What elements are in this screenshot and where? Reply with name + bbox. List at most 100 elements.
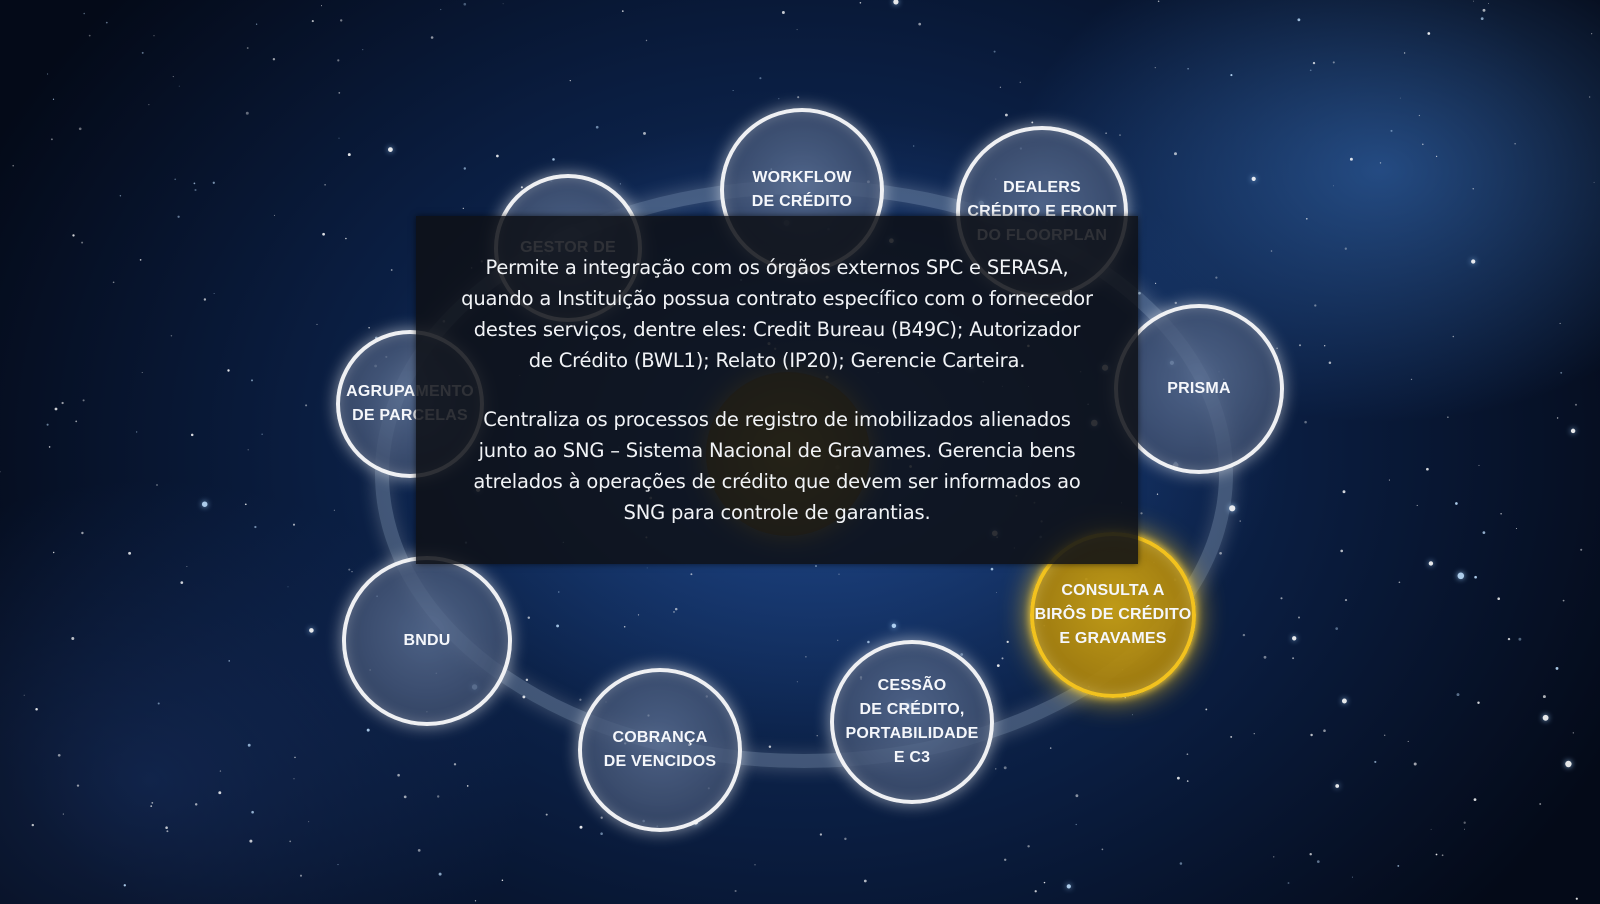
star <box>194 803 198 806</box>
star <box>1349 157 1353 161</box>
star <box>82 399 85 402</box>
star <box>186 565 188 567</box>
star <box>1463 821 1466 824</box>
star <box>619 183 622 185</box>
star <box>245 111 249 115</box>
star <box>251 379 253 382</box>
star <box>1593 181 1595 183</box>
star <box>993 50 996 53</box>
star <box>474 900 477 902</box>
star <box>156 484 158 486</box>
star <box>78 127 82 131</box>
star <box>12 164 14 167</box>
star <box>1482 8 1486 12</box>
node-cobranca-vencidos[interactable]: COBRANÇA DE VENCIDOS <box>578 668 742 832</box>
star <box>322 232 325 236</box>
star <box>347 153 351 157</box>
star <box>1560 371 1563 374</box>
star <box>1565 760 1572 768</box>
star <box>0 471 1 473</box>
star <box>368 327 370 329</box>
star <box>71 637 75 640</box>
star <box>1539 803 1542 805</box>
star <box>212 181 215 184</box>
node-cessao-credito[interactable]: CESSÃO DE CRÉDITO, PORTABILIDADE E C3 <box>830 640 994 804</box>
star <box>170 335 173 337</box>
star <box>81 531 84 535</box>
star <box>1518 637 1522 641</box>
star <box>1298 344 1302 347</box>
star <box>273 214 275 216</box>
info-paragraph-1: Permite a integração com os órgãos exter… <box>461 256 1093 372</box>
star <box>569 79 571 82</box>
star <box>272 58 276 61</box>
node-prisma[interactable]: PRISMA <box>1114 304 1284 474</box>
star <box>1154 66 1156 69</box>
star <box>1270 250 1273 252</box>
star <box>1478 464 1480 466</box>
star <box>203 298 207 301</box>
star <box>1413 762 1417 766</box>
star <box>797 96 800 99</box>
star <box>1157 0 1160 3</box>
star <box>247 449 249 451</box>
star <box>348 568 351 571</box>
star <box>1215 276 1218 279</box>
star <box>1276 347 1278 349</box>
star <box>778 98 780 100</box>
star <box>1559 322 1561 324</box>
star <box>299 874 303 877</box>
star <box>1075 823 1077 826</box>
star <box>76 784 80 787</box>
star <box>157 702 160 705</box>
star <box>1034 890 1037 893</box>
star <box>1542 714 1549 721</box>
star <box>172 76 174 78</box>
star <box>453 763 457 766</box>
star <box>119 195 122 197</box>
star <box>1399 97 1401 99</box>
star <box>863 879 867 883</box>
star <box>308 821 310 823</box>
star <box>397 773 400 777</box>
star <box>999 86 1002 88</box>
star <box>1004 858 1007 861</box>
star <box>1435 155 1438 158</box>
star <box>1187 67 1189 70</box>
star <box>1004 113 1008 117</box>
star <box>1397 864 1400 867</box>
star <box>333 509 335 511</box>
star <box>1430 828 1432 830</box>
star <box>324 183 326 186</box>
star <box>201 501 208 507</box>
star <box>1340 549 1344 553</box>
star <box>1105 132 1107 135</box>
star <box>1562 599 1565 602</box>
star <box>219 770 222 772</box>
star <box>289 840 292 843</box>
star <box>440 8 442 11</box>
star <box>1427 32 1431 35</box>
star <box>388 147 393 152</box>
star <box>1019 81 1022 84</box>
star <box>338 137 340 139</box>
info-panel: Permite a integração com os órgãos exter… <box>416 216 1138 564</box>
star <box>148 104 150 106</box>
star <box>366 728 370 732</box>
star <box>1455 502 1458 505</box>
star <box>1043 881 1046 884</box>
star <box>1515 528 1517 529</box>
star <box>545 813 548 816</box>
star <box>255 23 258 25</box>
star <box>54 407 58 411</box>
star <box>177 215 180 218</box>
star <box>1351 876 1353 878</box>
star <box>362 49 364 51</box>
star <box>345 237 347 240</box>
star <box>46 423 49 426</box>
star <box>1473 798 1477 801</box>
node-bndu[interactable]: BNDU <box>342 556 512 726</box>
star <box>1230 735 1233 738</box>
star <box>1312 61 1316 65</box>
star <box>1297 616 1301 619</box>
